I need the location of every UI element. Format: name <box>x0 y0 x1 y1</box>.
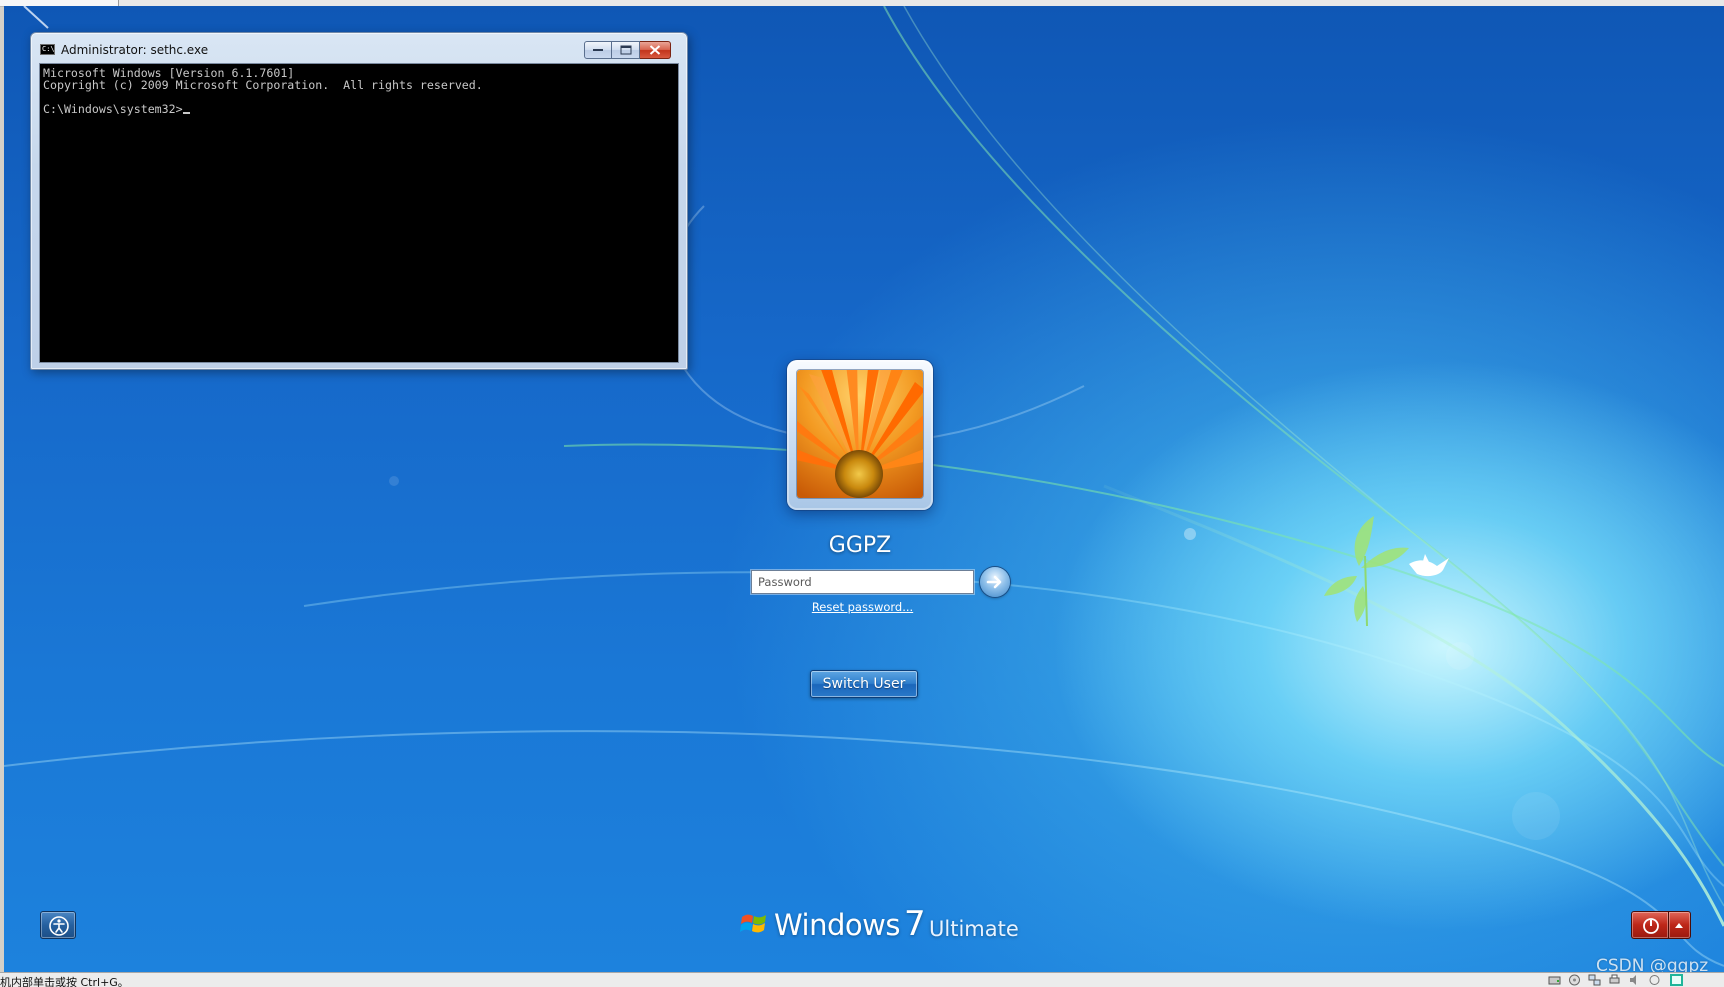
vm-status-bar: 机内部单击或按 Ctrl+G。 <box>0 972 1724 987</box>
brand-windows-text: Windows <box>774 908 900 942</box>
user-picture <box>796 369 924 499</box>
minimize-icon <box>593 49 603 51</box>
printer-icon[interactable] <box>1608 974 1621 986</box>
shutdown-button[interactable] <box>1631 911 1669 939</box>
minimize-button[interactable] <box>584 41 612 59</box>
submit-button[interactable] <box>980 567 1010 597</box>
cmd-window[interactable]: C:\ Administrator: sethc.exe Microsoft W… <box>30 32 688 370</box>
close-button[interactable] <box>640 41 671 59</box>
brand-version-text: 7 <box>904 904 926 944</box>
username-label: GGPZ <box>828 533 892 558</box>
windows-flag-icon <box>740 914 766 933</box>
power-icon <box>1643 918 1659 934</box>
close-icon <box>649 45 661 55</box>
maximize-icon <box>620 45 631 55</box>
cmd-icon: C:\ <box>40 44 55 55</box>
reset-password-link[interactable]: Reset password... <box>751 600 974 614</box>
switch-user-button[interactable]: Switch User <box>810 670 918 698</box>
vm-screen: C:\ Administrator: sethc.exe Microsoft W… <box>0 0 1724 987</box>
ease-of-access-icon <box>49 916 69 936</box>
cmd-window-title: Administrator: sethc.exe <box>61 43 209 57</box>
cd-rom-icon[interactable] <box>1568 974 1581 986</box>
maximize-button[interactable] <box>612 41 640 59</box>
network-icon[interactable] <box>1588 974 1601 986</box>
shutdown-options-button[interactable] <box>1669 911 1691 939</box>
console-cursor <box>182 112 190 114</box>
usb-icon[interactable] <box>1648 974 1661 986</box>
brand-edition-text: Ultimate <box>929 917 1019 941</box>
flower-picture <box>797 370 923 498</box>
sound-icon[interactable] <box>1628 974 1641 986</box>
cmd-titlebar[interactable]: C:\ Administrator: sethc.exe <box>31 33 687 63</box>
console-output: Microsoft Windows [Version 6.1.7601] Cop… <box>43 66 483 116</box>
vm-status-hint: 机内部单击或按 Ctrl+G。 <box>0 976 129 987</box>
user-tile <box>787 360 933 510</box>
password-input[interactable] <box>751 570 974 594</box>
arrow-right-icon <box>986 575 1002 589</box>
power-controls <box>1631 911 1691 939</box>
hard-disk-icon[interactable] <box>1548 974 1561 986</box>
console-area[interactable]: Microsoft Windows [Version 6.1.7601] Cop… <box>39 63 679 363</box>
chevron-up-icon <box>1675 923 1683 928</box>
ease-of-access-button[interactable] <box>40 911 76 939</box>
vm-screen-icon[interactable] <box>1670 974 1683 986</box>
